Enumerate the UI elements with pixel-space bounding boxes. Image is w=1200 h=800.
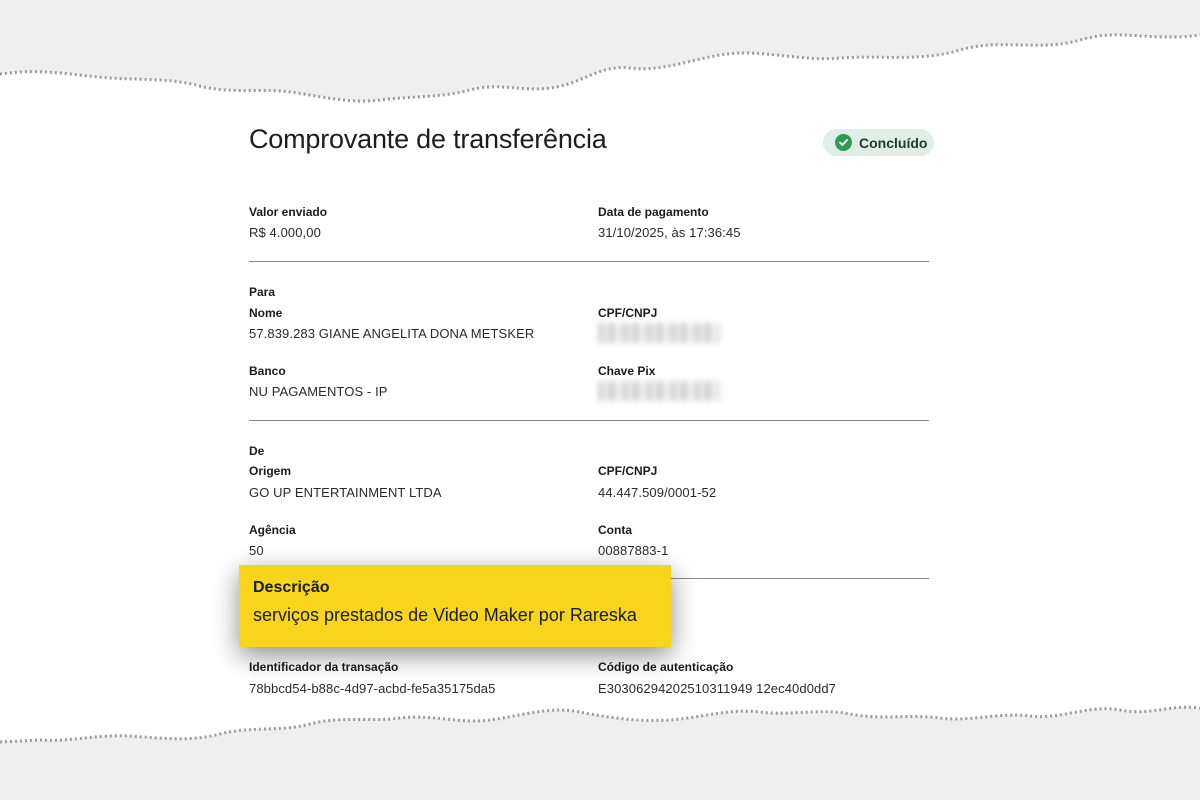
recipient-bank-label: Banco <box>249 364 286 378</box>
description-value: serviços prestados de Video Maker por Ra… <box>253 605 637 625</box>
sender-origin-value: GO UP ENTERTAINMENT LTDA <box>249 485 442 500</box>
description-highlight: Descrição serviços prestados de Video Ma… <box>239 565 671 647</box>
recipient-name-label: Nome <box>249 306 283 320</box>
recipient-name-value: 57.839.283 GIANE ANGELITA DONA METSKER <box>249 326 535 341</box>
torn-paper-top <box>0 0 1200 103</box>
sender-doc-value: 44.447.509/0001-52 <box>598 485 717 500</box>
page-title: Comprovante de transferência <box>249 124 607 154</box>
sender-doc-label: CPF/CNPJ <box>598 464 658 478</box>
status-text: Concluído <box>859 134 928 151</box>
recipient-section-title: Para <box>249 285 276 299</box>
torn-paper-bottom <box>0 705 1200 800</box>
amount-value: R$ 4.000,00 <box>249 225 321 240</box>
sender-origin-label: Origem <box>249 464 292 478</box>
divider <box>249 420 929 421</box>
recipient-doc-label: CPF/CNPJ <box>598 306 658 320</box>
sender-section-title: De <box>249 444 265 458</box>
sender-agency-value: 50 <box>249 543 264 558</box>
date-value: 31/10/2025, às 17:36:45 <box>598 225 741 240</box>
status-badge: Concluído <box>823 129 934 156</box>
sender-agency-label: Agência <box>249 523 296 537</box>
check-circle-icon <box>835 134 852 151</box>
sender-account-label: Conta <box>598 523 632 537</box>
amount-label: Valor enviado <box>249 205 328 219</box>
redacted-doc-blur <box>598 323 720 343</box>
txid-label: Identificador da transação <box>249 660 399 674</box>
date-label: Data de pagamento <box>598 205 709 219</box>
description-label: Descrição <box>253 579 330 596</box>
recipient-bank-value: NU PAGAMENTOS - IP <box>249 384 388 399</box>
divider <box>249 261 929 262</box>
auth-label: Código de autenticação <box>598 660 734 674</box>
redacted-pix-blur <box>598 381 720 401</box>
transfer-receipt: Comprovante de transferência Concluído V… <box>0 0 1200 800</box>
recipient-pix-label: Chave Pix <box>598 364 656 378</box>
sender-account-value: 00887883-1 <box>598 543 669 558</box>
